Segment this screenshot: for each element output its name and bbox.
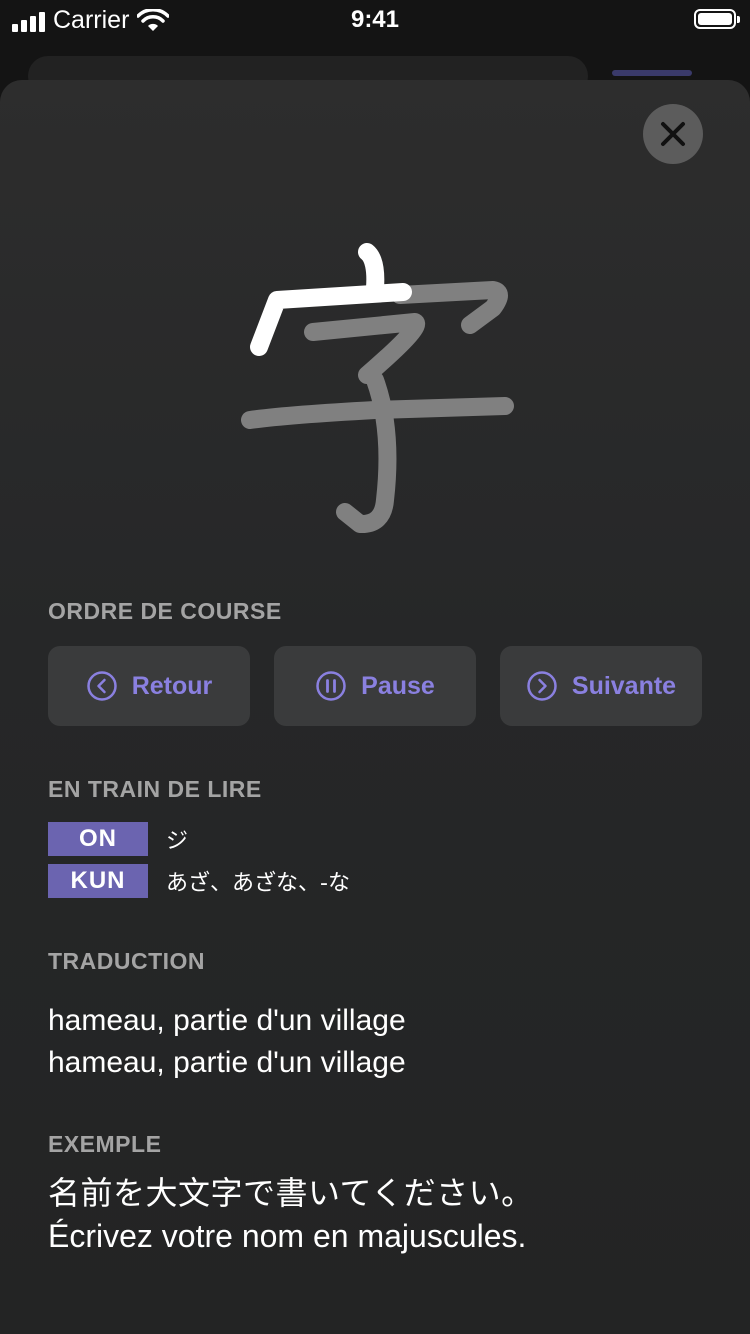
stroke-back-label: Retour xyxy=(131,671,213,700)
stroke-next-button[interactable]: Suivante xyxy=(500,646,702,726)
kanji-stroke-horizontal xyxy=(241,397,514,429)
stroke-pause-label: Pause xyxy=(361,671,435,700)
example-french: Écrivez votre nom en majuscules. xyxy=(48,1218,527,1254)
translation-line-2: hameau, partie d'un village xyxy=(48,1046,406,1079)
on-reading-tag: ON xyxy=(48,822,148,856)
stroke-order-label: ORDRE DE COURSE xyxy=(48,598,282,624)
example-japanese: 名前を大文字で書いてください。 xyxy=(48,1174,534,1212)
background-cancel-link xyxy=(612,70,692,76)
battery-icon xyxy=(694,9,740,29)
kun-reading-row: KUN あざ、あざな、-な xyxy=(48,864,350,898)
translation-line-1: hameau, partie d'un village xyxy=(48,1004,406,1037)
stroke-pause-button[interactable]: Pause xyxy=(274,646,476,726)
chevron-left-circle-icon xyxy=(86,671,117,701)
on-reading-row: ON ジ xyxy=(48,822,188,856)
status-time: 9:41 xyxy=(350,6,400,33)
kanji-stroke-hook xyxy=(304,313,426,384)
pause-circle-icon xyxy=(316,671,346,701)
translation-text: hameau, partie d'un village hameau, part… xyxy=(48,1000,406,1084)
kanji-stroke-dot xyxy=(358,243,385,297)
example-label: EXEMPLE xyxy=(48,1131,162,1157)
translation-label: TRADUCTION xyxy=(48,948,206,974)
on-reading-value: ジ xyxy=(166,829,189,854)
close-button[interactable] xyxy=(643,104,703,164)
stroke-next-label: Suivante xyxy=(571,671,677,700)
kanji-stroke-canvas xyxy=(241,243,514,533)
stroke-back-button[interactable]: Retour xyxy=(48,646,250,726)
kun-reading-tag: KUN xyxy=(48,864,148,898)
readings-label: EN TRAIN DE LIRE xyxy=(48,776,262,802)
chevron-right-circle-icon xyxy=(527,671,557,701)
kun-reading-value: あざ、あざな、-な xyxy=(166,871,350,896)
status-bar: Carrier 9:41 xyxy=(0,0,750,40)
close-icon xyxy=(661,122,685,146)
